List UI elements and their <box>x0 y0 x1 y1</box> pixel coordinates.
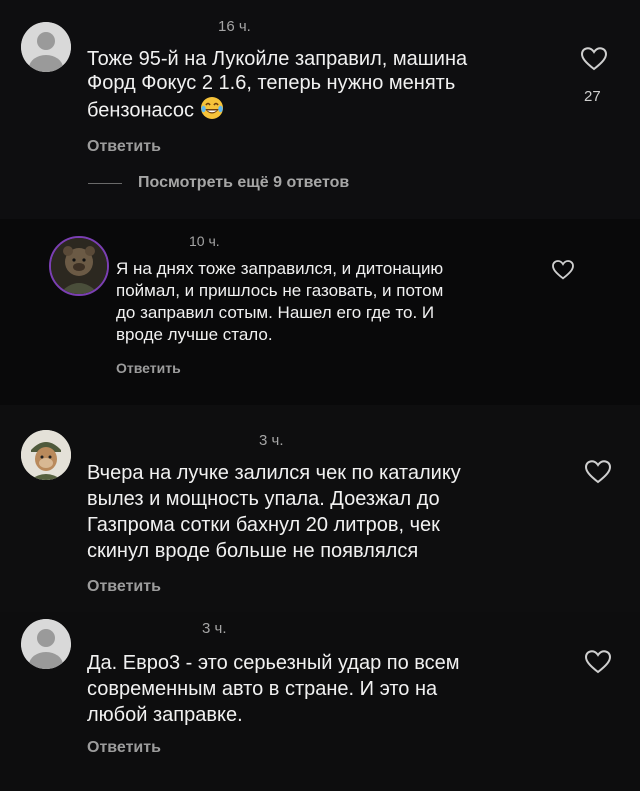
comment-line: вылез и мощность упала. Доезжал до <box>87 488 440 510</box>
comment-text: Вчера на лучке залился чек по каталику в… <box>87 460 461 564</box>
comment-line: Я на днях тоже заправился, и дитонацию <box>116 259 444 278</box>
comment-line: Тоже 95-й на Лукойле заправил, машина <box>87 48 468 70</box>
comment-line-last: бензонасос <box>87 96 467 126</box>
comment-item: 3 ч. Да. Евро3 - это серьезный удар по в… <box>0 612 640 791</box>
comment-line: современным авто в стране. И это на <box>87 678 438 700</box>
bear-avatar-icon <box>51 238 107 294</box>
comment-time: 3 ч. <box>202 620 227 637</box>
heart-outline-icon[interactable] <box>580 47 608 76</box>
replies-divider <box>88 182 122 184</box>
reply-comment-item: 10 ч. Я на днях тоже заправился, и дитон… <box>0 219 640 405</box>
comment-item: 16 ч. Тоже 95-й на Лукойле заправил, маш… <box>0 0 640 219</box>
view-more-replies-label[interactable]: Посмотреть ещё 9 ответов <box>138 174 349 192</box>
comment-time: 16 ч. <box>218 18 251 35</box>
laughing-tears-emoji-icon <box>200 96 224 126</box>
comment-line: вроде лучше стало. <box>116 325 273 345</box>
comment-line: Газпрома сотки бахнул 20 литров, чек <box>87 514 440 536</box>
reply-button[interactable]: Ответить <box>87 138 161 156</box>
comment-text: Я на днях тоже заправился, и дитонацию п… <box>116 258 443 346</box>
comment-item: 3 ч. Вчера на лучке залился чек по катал… <box>0 405 640 612</box>
comment-line-text: бензонасос <box>87 99 194 122</box>
comment-time: 10 ч. <box>189 233 220 249</box>
user-avatar[interactable] <box>49 236 109 296</box>
reply-button[interactable]: Ответить <box>87 578 161 596</box>
comment-line: поймал, и пришлось не газовать, и потом <box>116 281 444 301</box>
reply-button[interactable]: Ответить <box>87 739 161 757</box>
reply-button[interactable]: Ответить <box>116 360 181 376</box>
comment-time: 3 ч. <box>259 432 284 449</box>
heart-outline-icon[interactable] <box>584 650 612 679</box>
heart-outline-icon[interactable] <box>584 460 612 489</box>
comment-line: любой заправке. <box>87 704 243 726</box>
default-user-avatar-icon[interactable] <box>21 22 71 72</box>
comment-line: Форд Фокус 2 1.6, теперь нужно менять <box>87 72 456 95</box>
heart-outline-icon[interactable] <box>552 260 574 285</box>
view-more-replies[interactable]: Посмотреть ещё 9 ответов <box>88 174 349 192</box>
cartoon-ape-avatar-icon <box>21 430 71 480</box>
comment-line: Вчера на лучке залился чек по каталику <box>87 462 461 484</box>
like-count: 27 <box>584 88 601 105</box>
user-avatar[interactable] <box>21 430 71 480</box>
comment-line: до заправил сотым. Нашел его где то. И <box>116 303 435 323</box>
comment-text: Да. Евро3 - это серьезный удар по всем с… <box>87 650 460 728</box>
comment-line: Да. Евро3 - это серьезный удар по всем <box>87 652 460 674</box>
comment-text: Тоже 95-й на Лукойле заправил, машина Фо… <box>87 47 467 126</box>
comment-line: скинул вроде больше не появлялся <box>87 540 419 562</box>
default-user-avatar-icon[interactable] <box>21 619 71 669</box>
